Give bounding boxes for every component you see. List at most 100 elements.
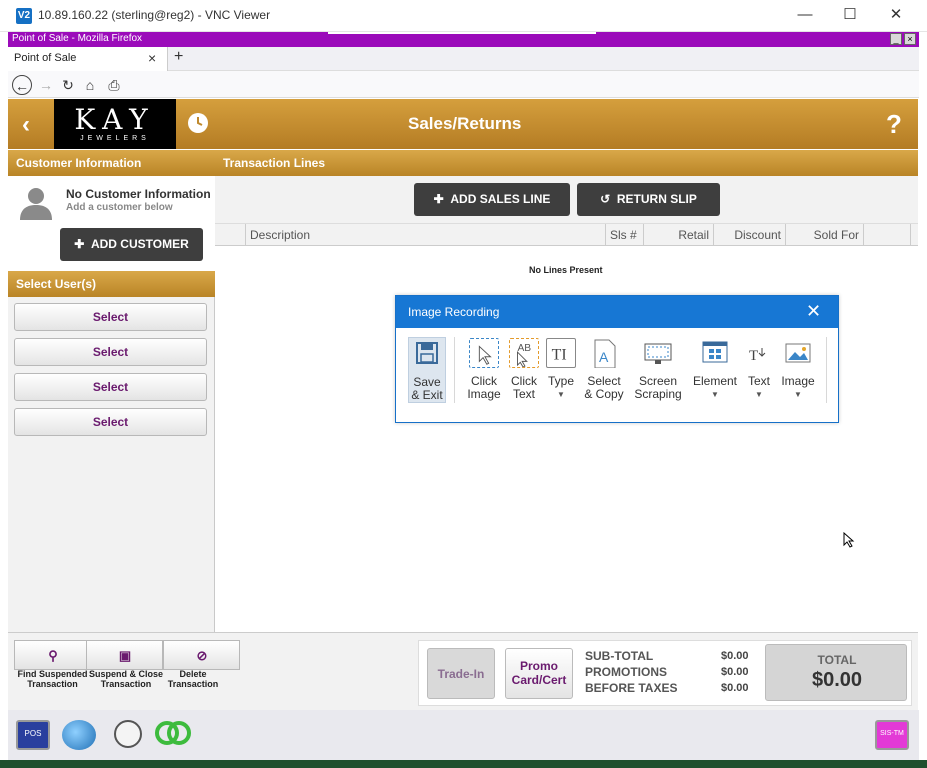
desktop-strip	[0, 760, 927, 768]
type-icon: TI	[546, 338, 576, 368]
trade-in-button[interactable]: Trade-In	[427, 648, 495, 699]
logo-main-text: KAY	[74, 103, 156, 136]
add-customer-button[interactable]: ✚ ADD CUSTOMER	[60, 228, 203, 261]
toolbar-separator	[826, 337, 827, 403]
plus-icon: ✚	[433, 192, 451, 206]
type-label: Type	[547, 374, 574, 388]
transaction-toolbar: ✚ ADD SALES LINE ↺ RETURN SLIP	[215, 176, 918, 224]
total-value: $0.00	[811, 669, 863, 691]
element-tool[interactable]: Element ▼	[690, 338, 740, 401]
column-description[interactable]: Description	[245, 224, 605, 246]
promotions-label: PROMOTIONS	[585, 665, 668, 679]
search-icon: ⚲	[48, 648, 58, 663]
column-discount[interactable]: Discount	[713, 224, 785, 246]
save-icon	[416, 342, 438, 364]
save-exit-button[interactable]: Save & Exit	[408, 337, 446, 403]
select-copy-tool[interactable]: A Select & Copy	[582, 338, 626, 401]
text-tool[interactable]: T Text ▼	[744, 338, 774, 401]
find-suspended-button[interactable]: ⚲	[14, 640, 91, 670]
subtotal-value: $0.00	[721, 650, 749, 662]
save-exit-label: Save & Exit	[411, 375, 443, 402]
firefox-window-title: Point of Sale - Mozilla Firefox	[12, 33, 143, 44]
select-user-button-4[interactable]: Select	[14, 408, 207, 436]
column-sls[interactable]: Sls #	[605, 224, 643, 246]
promotions-value: $0.00	[721, 666, 749, 678]
image-tool[interactable]: Image ▼	[780, 338, 816, 401]
total-box: TOTAL $0.00	[765, 644, 907, 701]
select-user-button-3[interactable]: Select	[14, 373, 207, 401]
table-header: Description Sls # Retail Discount Sold F…	[215, 224, 918, 246]
totals-panel: Trade-In Promo Card/Cert SUB-TOTAL $0.00…	[418, 640, 912, 706]
select-user-button-2[interactable]: Select	[14, 338, 207, 366]
link-app-icon[interactable]	[154, 720, 192, 746]
image-dropdown-icon: ▼	[794, 390, 802, 399]
text-label: Text	[747, 374, 770, 388]
tab-close-icon[interactable]: ×	[148, 50, 156, 66]
tab-point-of-sale[interactable]: Point of Sale ×	[8, 47, 168, 71]
type-tool[interactable]: TI Type ▼	[544, 338, 578, 401]
add-sales-line-button[interactable]: ✚ ADD SALES LINE	[414, 183, 570, 216]
kay-logo: KAY JEWELERS	[54, 99, 176, 149]
delete-transaction-button[interactable]: ⊘	[163, 640, 240, 670]
suspend-close-button[interactable]: ▣	[86, 640, 163, 670]
click-image-label: Click Image	[467, 374, 501, 401]
clock-app-icon[interactable]	[114, 720, 142, 748]
click-text-tool[interactable]: AB Click Text	[506, 338, 542, 401]
before-taxes-value: $0.00	[721, 682, 749, 694]
find-suspended-label: Find Suspended Transaction	[17, 669, 88, 689]
maximize-icon[interactable]: ☐	[835, 4, 865, 26]
click-image-tool[interactable]: Click Image	[464, 338, 504, 401]
add-customer-label: ADD CUSTOMER	[90, 237, 189, 251]
new-tab-icon[interactable]: +	[174, 48, 183, 66]
reload-icon[interactable]: ↻	[58, 75, 78, 95]
return-icon: ↺	[600, 192, 617, 206]
return-slip-label: RETURN SLIP	[616, 192, 697, 206]
vnc-title-bar: V2 10.89.160.22 (sterling@reg2) - VNC Vi…	[0, 0, 927, 32]
sis-app-icon[interactable]: SIS-TM	[875, 720, 909, 750]
dialog-header: Image Recording ✕	[396, 296, 838, 328]
image-recording-dialog: Image Recording ✕ Save & Exit Click Imag…	[395, 295, 839, 423]
toolbar-separator	[454, 337, 455, 403]
promo-card-button[interactable]: Promo Card/Cert	[505, 648, 573, 699]
customer-info-section: No Customer Information Add a customer b…	[8, 176, 215, 272]
click-text-icon: AB	[509, 338, 539, 368]
image-icon	[785, 343, 811, 363]
subtotal-label: SUB-TOTAL	[585, 649, 654, 663]
screen-scraping-tool[interactable]: Screen Scraping	[632, 338, 684, 401]
address-strip	[328, 32, 596, 34]
header-back-icon[interactable]: ‹	[22, 111, 30, 139]
minimize-icon[interactable]: —	[790, 4, 820, 26]
total-label: TOTAL	[817, 653, 857, 667]
return-slip-button[interactable]: ↺ RETURN SLIP	[577, 183, 720, 216]
close-window-icon[interactable]: ✕	[881, 4, 911, 26]
click-text-label: Click Text	[511, 374, 537, 401]
clock-icon[interactable]	[188, 113, 208, 133]
delete-transaction-label: Delete Transaction	[167, 669, 219, 689]
home-icon[interactable]: ⌂	[80, 75, 100, 95]
vnc-app-icon: V2	[16, 8, 32, 24]
globe-icon[interactable]	[62, 720, 96, 750]
help-icon[interactable]: ?	[886, 109, 902, 140]
pos-app-icon[interactable]: POS	[16, 720, 50, 750]
before-taxes-label: BEFORE TAXES	[585, 681, 678, 695]
element-dropdown-icon: ▼	[711, 390, 719, 399]
logo-sub-text: JEWELERS	[80, 135, 150, 142]
select-users-header: Select User(s)	[8, 271, 215, 297]
close-icon[interactable]: ✕	[806, 301, 821, 322]
column-sold-for[interactable]: Sold For	[785, 224, 863, 246]
svg-text:AB: AB	[517, 343, 531, 354]
select-copy-label: Select & Copy	[584, 374, 624, 401]
back-arrow-icon[interactable]: ←	[12, 75, 32, 95]
forward-arrow-icon[interactable]: →	[36, 75, 56, 95]
text-icon: T	[749, 348, 766, 364]
no-customer-text: No Customer Information	[66, 187, 211, 201]
plus-icon: ✚	[74, 237, 91, 251]
ff-minimize-icon[interactable]: _	[890, 33, 902, 45]
column-retail[interactable]: Retail	[643, 224, 713, 246]
screen-scraping-icon	[644, 343, 672, 364]
select-user-button-1[interactable]: Select	[14, 303, 207, 331]
tab-label: Point of Sale	[14, 52, 77, 64]
print-icon[interactable]: ⎙	[104, 75, 124, 95]
customer-avatar-icon	[20, 188, 52, 220]
ff-close-icon[interactable]: ×	[904, 33, 916, 45]
